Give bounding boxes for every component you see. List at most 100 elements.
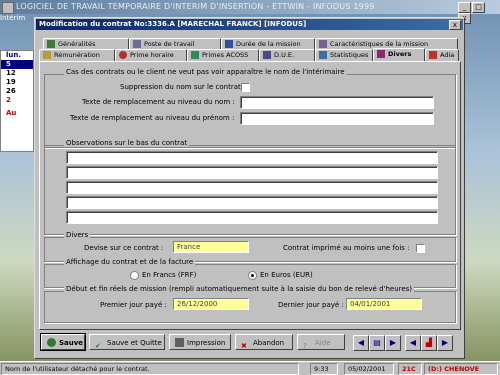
observation-line[interactable] bbox=[66, 151, 438, 164]
app-menu-item[interactable]: Intérim bbox=[0, 14, 32, 24]
divers-panel: Cas des contrats ou le client ne veut pa… bbox=[39, 61, 461, 330]
francs-radio[interactable] bbox=[130, 271, 139, 280]
print-label: Impression bbox=[187, 339, 226, 347]
tab-due[interactable]: D.U.E. bbox=[259, 49, 315, 61]
calendar-day[interactable]: 12 bbox=[1, 69, 33, 78]
observation-line[interactable] bbox=[66, 181, 438, 194]
status-bar: Nom de l'utilisateur détaché pour le con… bbox=[0, 361, 500, 375]
last-record-button[interactable]: ▶ bbox=[437, 335, 453, 351]
arrow-left-icon: ◀ bbox=[357, 338, 365, 347]
calendar-day-header: lun. bbox=[6, 51, 22, 59]
printed-label: Contrat imprimé au moins une fois : bbox=[283, 244, 410, 252]
save-label: Sauve bbox=[59, 339, 84, 347]
tab-remuneration[interactable]: Rémunération bbox=[39, 49, 115, 61]
observation-line[interactable] bbox=[66, 166, 438, 179]
euros-radio[interactable] bbox=[248, 271, 257, 280]
chart-icon: ▟ bbox=[425, 338, 433, 347]
minimize-icon[interactable]: _ bbox=[458, 2, 471, 13]
observations-heading: Observations sur le bas du contrat bbox=[64, 139, 190, 147]
arrow-right-icon: ▶ bbox=[389, 338, 397, 347]
tab-label: Rémunération bbox=[54, 51, 100, 59]
save-quit-button[interactable]: ✔ Sauve et Quitte bbox=[89, 334, 165, 350]
calendar-widget: lun. 5 12 19 26 2 Au bbox=[0, 50, 34, 152]
next-record-button[interactable]: ▶ bbox=[385, 335, 401, 351]
calendar-day[interactable]: 26 bbox=[1, 87, 33, 96]
divers-icon bbox=[377, 49, 385, 58]
list-button[interactable]: ▤ bbox=[369, 335, 385, 351]
first-day-input[interactable]: 26/12/2000 bbox=[173, 298, 249, 310]
last-day-input[interactable]: 04/01/2001 bbox=[346, 298, 422, 310]
dialog-title-bar: Modification du contrat No:3336.A [MAREC… bbox=[36, 19, 463, 30]
suppress-name-checkbox[interactable] bbox=[241, 83, 250, 92]
abandon-label: Abandon bbox=[253, 339, 285, 347]
tab-label: Caractéristiques de la mission bbox=[330, 40, 429, 48]
status-location: (D:) CHENOVE bbox=[424, 363, 498, 375]
printer-icon bbox=[175, 337, 184, 347]
anonymity-heading: Cas des contrats ou le client ne veut pa… bbox=[64, 68, 347, 76]
replacement-name-input[interactable] bbox=[240, 96, 434, 109]
tab-label: Primes ACOSS bbox=[202, 51, 249, 59]
status-code: 21C bbox=[398, 363, 422, 375]
checkmark-icon: ✔ bbox=[95, 341, 101, 350]
help-icon: ? bbox=[303, 341, 307, 350]
contract-dialog: Modification du contrat No:3336.A [MAREC… bbox=[34, 17, 465, 359]
cross-icon: ✖ bbox=[241, 341, 247, 350]
app-title-bar: LOGICIEL DE TRAVAIL TEMPORAIRE D'INTERIM… bbox=[0, 0, 500, 24]
save-button[interactable]: Sauve bbox=[40, 333, 86, 351]
tab-divers[interactable]: Divers bbox=[373, 48, 425, 61]
tab-label: Poste de travail bbox=[144, 40, 195, 48]
tab-prime-horaire[interactable]: Prime horaire bbox=[115, 49, 187, 61]
last-day-label: Dernier jour payé : bbox=[278, 301, 344, 309]
print-button[interactable]: Impression bbox=[169, 334, 231, 350]
generalites-icon bbox=[47, 39, 55, 48]
arrow-right-icon: ▶ bbox=[441, 338, 449, 347]
status-time: 9:33 bbox=[310, 363, 338, 375]
tab-label: Divers bbox=[388, 50, 412, 58]
mission-heading: Début et fin réels de mission (rempli au… bbox=[64, 285, 415, 293]
tab-label: Prime horaire bbox=[130, 51, 174, 59]
status-message: Nom de l'utilisateur détaché pour le con… bbox=[1, 363, 299, 375]
francs-label: En Francs (FRF) bbox=[142, 271, 197, 279]
save-quit-label: Sauve et Quitte bbox=[107, 339, 162, 347]
calendar-day[interactable]: 5 bbox=[1, 60, 33, 69]
status-date: 05/02/2001 bbox=[344, 363, 394, 375]
replacement-name-label: Texte de remplacement au niveau du nom : bbox=[82, 98, 235, 106]
euros-label: En Euros (EUR) bbox=[260, 271, 313, 279]
currency-label: Devise sur ce contrat : bbox=[84, 244, 164, 252]
arrow-left-icon: ◀ bbox=[409, 338, 417, 347]
tab-statistiques[interactable]: Statistiques bbox=[315, 49, 373, 61]
abandon-button[interactable]: ✖ Abandon bbox=[235, 334, 293, 350]
tab-primes-acoss[interactable]: Primes ACOSS bbox=[187, 49, 259, 61]
maximize-icon[interactable]: □ bbox=[472, 2, 485, 13]
observation-line[interactable] bbox=[66, 196, 438, 209]
app-window-controls: _□x bbox=[457, 2, 497, 24]
money-icon bbox=[43, 50, 51, 59]
due-icon bbox=[263, 50, 271, 59]
chart-icon bbox=[319, 50, 327, 59]
currency-input[interactable]: France bbox=[173, 241, 249, 253]
previous-record-button[interactable]: ◀ bbox=[353, 335, 369, 351]
help-button[interactable]: ? Aide bbox=[297, 334, 345, 350]
calendar-footer: Au bbox=[6, 109, 17, 117]
anonymity-group bbox=[44, 74, 456, 148]
calendar-day[interactable]: 19 bbox=[1, 78, 33, 87]
printed-checkbox[interactable] bbox=[416, 244, 425, 253]
first-day-label: Premier jour payé : bbox=[100, 301, 167, 309]
dialog-title: Modification du contrat No:3336.A [MAREC… bbox=[39, 20, 307, 28]
document-icon bbox=[319, 39, 327, 48]
observation-line[interactable] bbox=[66, 211, 438, 224]
tab-label: Généralités bbox=[58, 40, 96, 48]
app-logo-icon bbox=[2, 2, 14, 14]
calendar-day[interactable]: 2 bbox=[1, 96, 33, 105]
dialog-close-button[interactable]: x bbox=[449, 20, 461, 30]
adia-icon bbox=[429, 50, 437, 59]
calendar-icon bbox=[225, 39, 233, 48]
chart-button[interactable]: ▟ bbox=[421, 335, 437, 351]
acoss-icon bbox=[191, 50, 199, 59]
first-record-button[interactable]: ◀ bbox=[405, 335, 421, 351]
tab-adia[interactable]: Adia bbox=[425, 49, 459, 61]
tab-label: Durée de la mission bbox=[236, 40, 301, 48]
tab-label: Statistiques bbox=[330, 51, 369, 59]
list-icon: ▤ bbox=[373, 338, 381, 347]
replacement-firstname-input[interactable] bbox=[240, 112, 434, 125]
